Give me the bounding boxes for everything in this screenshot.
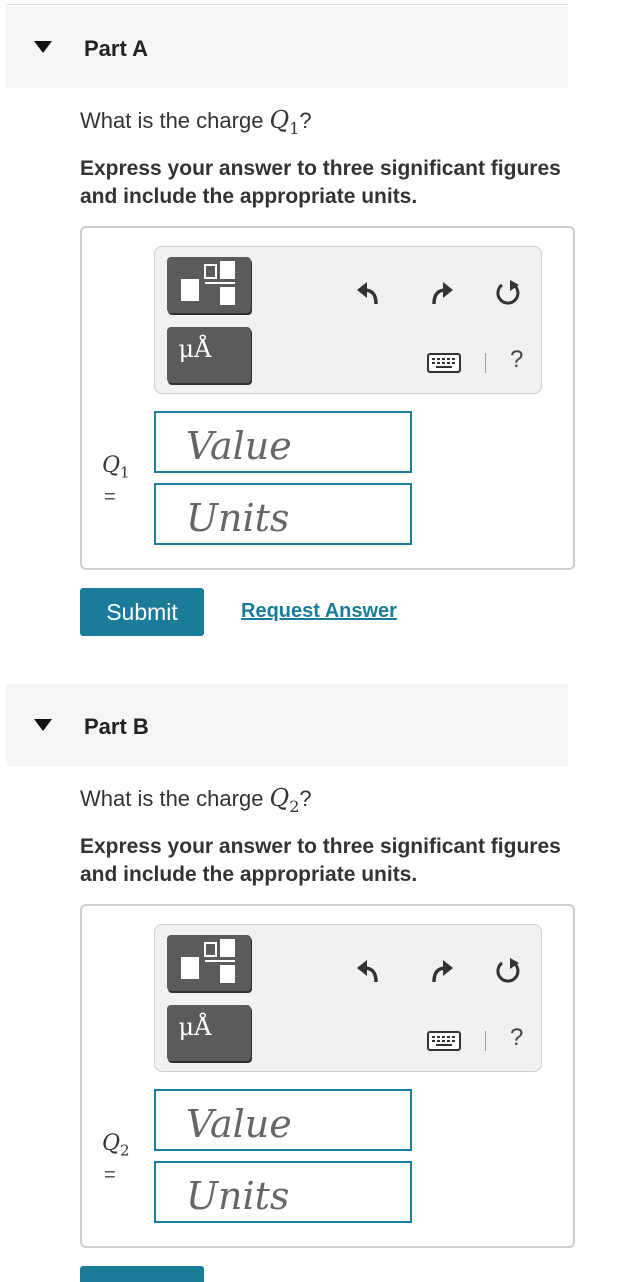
part-b-title: Part B <box>84 714 149 739</box>
part-a-title: Part A <box>84 36 148 61</box>
answer-variable-label: Q1 <box>102 453 130 482</box>
toolbar-separator <box>485 353 486 373</box>
part-b-answer-box: μÅ ? Q2 = <box>80 904 575 1248</box>
math-toolbar: μÅ ? <box>154 246 542 394</box>
keyboard-icon[interactable] <box>427 1031 461 1051</box>
toolbar-separator <box>485 1031 486 1051</box>
units-button[interactable]: μÅ <box>167 1005 251 1061</box>
help-button[interactable]: ? <box>510 1024 523 1052</box>
part-a-instruction: Express your answer to three significant… <box>80 157 561 208</box>
fraction-template-icon <box>181 261 235 305</box>
collapse-triangle-icon[interactable] <box>34 41 52 53</box>
top-divider <box>6 4 568 5</box>
undo-icon[interactable] <box>356 280 384 306</box>
part-a-question: What is the charge Q1? <box>80 106 312 138</box>
question-mark: ? <box>299 108 312 133</box>
answer-variable-label: Q2 <box>102 1131 130 1160</box>
redo-icon[interactable] <box>426 280 454 306</box>
value-input[interactable] <box>154 1089 412 1151</box>
question-text: What is the charge <box>80 786 270 811</box>
submit-button[interactable]: Submit <box>80 588 204 636</box>
collapse-triangle-icon[interactable] <box>34 719 52 731</box>
question-mark: ? <box>299 786 312 811</box>
undo-icon[interactable] <box>356 958 384 984</box>
question-text: What is the charge <box>80 108 270 133</box>
part-a-header[interactable]: Part A <box>6 6 568 88</box>
units-button[interactable]: μÅ <box>167 327 251 383</box>
part-a-answer-box: μÅ ? Q1 = <box>80 226 575 570</box>
units-input[interactable] <box>154 1161 412 1223</box>
units-input[interactable] <box>154 483 412 545</box>
math-toolbar: μÅ ? <box>154 924 542 1072</box>
templates-button[interactable] <box>167 257 251 313</box>
keyboard-icon[interactable] <box>427 353 461 373</box>
fraction-template-icon <box>181 939 235 983</box>
question-variable: Q1 <box>269 106 300 138</box>
question-variable: Q2 <box>269 784 300 816</box>
part-b-header[interactable]: Part B <box>6 684 568 766</box>
part-b-instruction: Express your answer to three significant… <box>80 835 561 886</box>
submit-button[interactable] <box>80 1266 204 1282</box>
part-b-question: What is the charge Q2? <box>80 784 312 816</box>
equals-sign: = <box>104 486 116 508</box>
equals-sign: = <box>104 1164 116 1186</box>
units-button-label: μÅ <box>178 1013 212 1041</box>
value-input[interactable] <box>154 411 412 473</box>
templates-button[interactable] <box>167 935 251 991</box>
reset-icon[interactable] <box>493 957 523 987</box>
units-button-label: μÅ <box>178 335 212 363</box>
request-answer-link[interactable]: Request Answer <box>241 600 397 623</box>
reset-icon[interactable] <box>493 279 523 309</box>
redo-icon[interactable] <box>426 958 454 984</box>
help-button[interactable]: ? <box>510 346 523 374</box>
